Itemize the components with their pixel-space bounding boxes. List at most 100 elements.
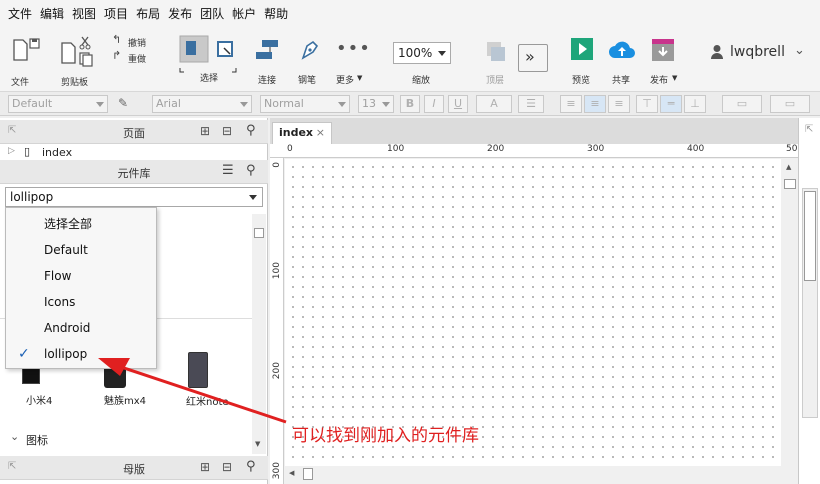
menu-help[interactable]: 帮助 <box>260 5 292 22</box>
page-icon: ▯ <box>24 145 31 158</box>
valign-middle-icon: ═ <box>667 97 675 110</box>
masters-panel-header: ⇱ 母版 ⊞ ⊟ ⚲ <box>0 456 268 480</box>
bullet-list-button[interactable]: ☰ <box>518 95 544 113</box>
user-icon <box>711 45 723 59</box>
connect-icon <box>256 40 278 59</box>
italic-button[interactable]: I <box>424 95 444 113</box>
undo-button[interactable]: ↰ 撤销 <box>110 33 152 49</box>
valign-middle-button[interactable]: ═ <box>660 95 682 113</box>
library-select[interactable]: lollipop <box>5 187 263 207</box>
add-page-icon[interactable]: ⊞ <box>200 124 210 138</box>
more-dots-icon: ••• <box>336 38 371 59</box>
search-icon[interactable]: ⚲ <box>246 459 256 474</box>
pen-tool[interactable]: 钢笔 <box>294 34 326 88</box>
font-color-button[interactable]: A <box>476 95 512 113</box>
more-button[interactable]: ••• 更多 ▼ <box>332 34 370 88</box>
right-scroll-thumb[interactable] <box>804 191 816 281</box>
library-option-select-all[interactable]: 选择全部 <box>6 211 156 237</box>
border-color-icon: ▭ <box>784 97 796 110</box>
library-option-flow[interactable]: Flow <box>6 263 156 289</box>
clipboard-icon <box>61 36 93 67</box>
check-icon: ✓ <box>18 346 30 362</box>
add-folder-icon[interactable]: ⊟ <box>222 460 232 474</box>
pin-icon[interactable]: ⇱ <box>805 124 813 135</box>
library-option-icons[interactable]: Icons <box>6 289 156 315</box>
scroll-up-icon[interactable]: ▲ <box>786 163 791 171</box>
library-option-default[interactable]: Default <box>6 237 156 263</box>
right-panel-scrollbar[interactable] <box>802 188 818 418</box>
valign-top-button[interactable]: ⊤ <box>636 95 658 113</box>
account-menu[interactable]: lwqbrell ⌄ <box>708 42 814 64</box>
menu-team[interactable]: 团队 <box>196 5 228 22</box>
bold-button[interactable]: B <box>400 95 420 113</box>
library-scrollbar[interactable]: ▼ <box>252 214 266 454</box>
publish-button[interactable]: 发布 ▼ <box>646 34 682 88</box>
list-icon: ☰ <box>526 97 536 110</box>
menu-edit[interactable]: 编辑 <box>36 5 68 22</box>
search-icon[interactable]: ⚲ <box>246 123 256 138</box>
file-button[interactable]: 文件 <box>8 34 46 88</box>
align-left-icon: ≡ <box>566 97 576 110</box>
underline-button[interactable]: U <box>448 95 468 113</box>
font-weight-select[interactable]: Normal <box>260 95 350 113</box>
valign-bottom-icon: ⊥ <box>690 97 700 110</box>
scroll-down-icon[interactable]: ▼ <box>255 440 260 448</box>
add-master-icon[interactable]: ⊞ <box>200 460 210 474</box>
library-panel-header: 元件库 ☰ ⚲ <box>0 160 268 184</box>
menu-file[interactable]: 文件 <box>4 5 36 22</box>
library-option-android[interactable]: Android <box>6 315 156 341</box>
fill-color-button[interactable]: ▭ <box>722 95 762 113</box>
more-dropdown-icon: ▼ <box>357 74 363 82</box>
page-tree-item[interactable]: ▷ ▯ index <box>8 145 208 160</box>
align-right-button[interactable]: ≡ <box>608 95 630 113</box>
publish-icon <box>652 39 674 61</box>
style-select[interactable]: Default <box>8 95 108 113</box>
border-color-button[interactable]: ▭ <box>770 95 810 113</box>
clipboard-button[interactable]: 剪贴板 <box>56 34 102 88</box>
menu-icon[interactable]: ☰ <box>222 163 234 178</box>
close-icon[interactable]: × <box>316 123 325 143</box>
zoom-select[interactable]: 100% <box>393 42 451 64</box>
select-tool[interactable]: 选择 <box>176 32 240 88</box>
top-layer-button[interactable]: 顶层 <box>480 34 512 88</box>
add-folder-icon[interactable]: ⊟ <box>222 124 232 138</box>
library-scroll-thumb[interactable] <box>254 228 264 238</box>
align-center-button[interactable]: ≡ <box>584 95 606 113</box>
chevron-down-icon: ⌄ <box>10 430 20 443</box>
menu-account[interactable]: 帐户 <box>228 5 260 22</box>
vertical-scroll-thumb[interactable] <box>784 179 796 189</box>
horizontal-ruler: 0 100 200 300 400 500 <box>270 144 803 158</box>
share-button[interactable]: 共享 <box>606 34 638 88</box>
menu-view[interactable]: 视图 <box>68 5 100 22</box>
canvas-horizontal-scrollbar[interactable]: ◀ <box>285 466 782 482</box>
menu-bar: 文件 编辑 视图 项目 布局 发布 团队 帐户 帮助 <box>0 0 820 26</box>
horizontal-scroll-thumb[interactable] <box>303 468 313 480</box>
canvas-vertical-scrollbar[interactable]: ▲ <box>782 159 798 466</box>
double-chevron-right-icon: » <box>525 47 535 66</box>
font-size-select[interactable]: 13 <box>358 95 394 113</box>
right-panel: ⇱ <box>798 118 820 484</box>
menu-layout[interactable]: 布局 <box>132 5 164 22</box>
format-painter-icon[interactable]: ✎ <box>118 96 128 110</box>
library-option-lollipop[interactable]: ✓ lollipop <box>6 341 156 367</box>
font-select[interactable]: Arial <box>152 95 252 113</box>
tab-index[interactable]: index × <box>272 122 332 144</box>
scroll-left-icon[interactable]: ◀ <box>289 469 294 477</box>
chevron-down-icon <box>249 195 257 200</box>
vertical-ruler: 0 100 200 300 <box>270 158 284 484</box>
redo-button[interactable]: ↱ 重做 <box>110 49 152 65</box>
valign-bottom-button[interactable]: ⊥ <box>684 95 706 113</box>
expand-toolbar-button[interactable]: » <box>518 44 548 72</box>
connect-tool[interactable]: 连接 <box>250 34 284 88</box>
search-icon[interactable]: ⚲ <box>246 163 256 178</box>
align-left-button[interactable]: ≡ <box>560 95 582 113</box>
layer-top-icon <box>487 42 505 61</box>
widget-redmi-note[interactable]: 红米note <box>180 350 240 408</box>
preview-button[interactable]: 预览 <box>566 34 598 88</box>
pen-icon <box>301 40 319 60</box>
design-canvas[interactable] <box>285 159 781 466</box>
menu-project[interactable]: 项目 <box>100 5 132 22</box>
section-icons[interactable]: ⌄ 图标 <box>8 430 208 447</box>
document-tabbar: index × <box>270 118 798 144</box>
menu-publish[interactable]: 发布 <box>164 5 196 22</box>
